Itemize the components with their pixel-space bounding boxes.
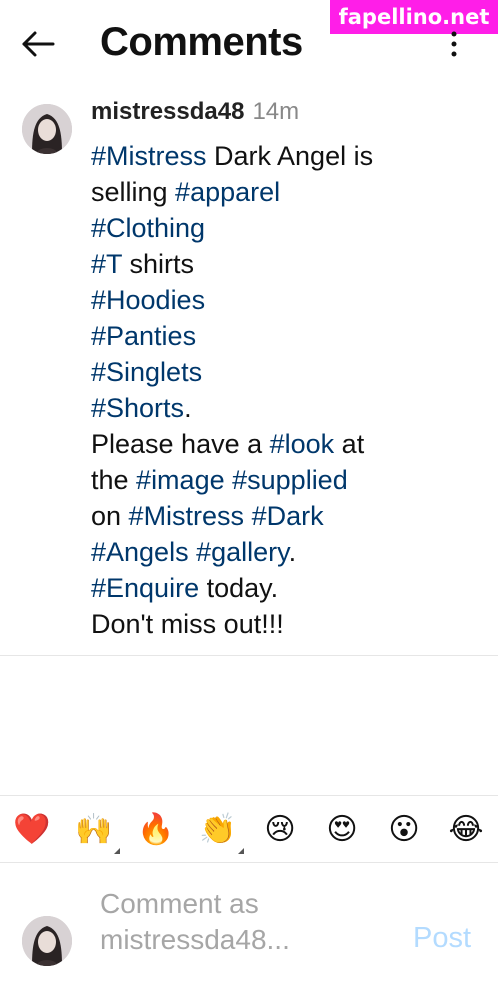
hashtag-link[interactable]: #Shorts bbox=[91, 393, 184, 423]
back-button[interactable] bbox=[18, 24, 58, 64]
comment-line: on #Mistress #Dark bbox=[91, 498, 431, 534]
comment-line: #Shorts. bbox=[91, 390, 431, 426]
avatar[interactable] bbox=[22, 104, 72, 154]
hashtag-link[interactable]: #look bbox=[270, 429, 335, 459]
comment-line: #T shirts bbox=[91, 246, 431, 282]
more-options-button[interactable] bbox=[444, 28, 464, 60]
comment-text-segment bbox=[225, 465, 233, 495]
comment-time: 14m bbox=[252, 98, 300, 125]
comment-input-placeholder-user: mistressda48... bbox=[100, 924, 290, 955]
comment-text-segment: today. bbox=[199, 573, 279, 603]
comment-line: #Mistress Dark Angel is bbox=[91, 138, 431, 174]
fire-emoji[interactable]: 🔥 bbox=[136, 810, 176, 850]
comment-text-segment: . bbox=[288, 537, 297, 567]
post-button[interactable]: Post bbox=[413, 922, 471, 955]
header: Comments bbox=[0, 0, 498, 90]
clapping-hands-emoji[interactable]: 👏 bbox=[198, 810, 244, 854]
hashtag-link[interactable]: #Singlets bbox=[91, 357, 202, 387]
tears-of-joy-emoji[interactable]: 😂 bbox=[446, 810, 486, 850]
divider bbox=[0, 655, 498, 656]
hashtag-link[interactable]: #Mistress bbox=[129, 501, 245, 531]
comment-text-segment: Please have a bbox=[91, 429, 270, 459]
heart-emoji[interactable]: ❤️ bbox=[12, 810, 52, 850]
comment-line: #Angels #gallery. bbox=[91, 534, 431, 570]
arrow-left-icon bbox=[22, 31, 55, 57]
comment-line: #Panties bbox=[91, 318, 431, 354]
keyboard-suggestion-strip bbox=[0, 988, 498, 1000]
comment-line: selling #apparel bbox=[91, 174, 431, 210]
skin-tone-indicator-icon bbox=[238, 848, 244, 854]
comment-line: #Hoodies bbox=[91, 282, 431, 318]
emoji-glyph: 😮 bbox=[388, 812, 420, 847]
comment-text-segment: at bbox=[334, 429, 365, 459]
page-title: Comments bbox=[100, 20, 303, 64]
comment-username[interactable]: mistressda48 bbox=[91, 98, 244, 125]
hashtag-link[interactable]: #image bbox=[136, 465, 225, 495]
divider bbox=[0, 862, 498, 863]
hashtag-link[interactable]: #Dark bbox=[252, 501, 324, 531]
surprised-face-emoji[interactable]: 😮 bbox=[384, 810, 424, 850]
hashtag-link[interactable]: #Clothing bbox=[91, 213, 205, 243]
hashtag-link[interactable]: #supplied bbox=[232, 465, 348, 495]
divider bbox=[0, 795, 498, 796]
comment-line: Please have a #look at bbox=[91, 426, 431, 462]
heart-eyes-emoji[interactable]: 😍 bbox=[322, 810, 362, 850]
comment-text-segment: on bbox=[91, 501, 129, 531]
hashtag-link[interactable]: #Enquire bbox=[91, 573, 199, 603]
emoji-glyph: 👏 bbox=[199, 812, 237, 847]
comment-line: #Clothing bbox=[91, 210, 431, 246]
hashtag-link[interactable]: #Mistress bbox=[91, 141, 207, 171]
comment-composer: Comment as mistressda48... Post bbox=[0, 880, 498, 980]
crying-face-emoji[interactable]: 😢 bbox=[260, 810, 300, 850]
comment-text: #Mistress Dark Angel is selling #apparel #… bbox=[91, 138, 431, 642]
hashtag-link[interactable]: #Angels bbox=[91, 537, 189, 567]
hashtag-link[interactable]: #Panties bbox=[91, 321, 196, 351]
partially-visible-text bbox=[6, 988, 17, 1000]
emoji-glyph: 😍 bbox=[326, 812, 358, 847]
hashtag-link[interactable]: #T bbox=[91, 249, 122, 279]
comment-text-segment bbox=[244, 501, 252, 531]
emoji-glyph: 😢 bbox=[264, 812, 296, 847]
comment-text-segment: Dark Angel is bbox=[206, 141, 374, 171]
emoji-glyph: 🔥 bbox=[137, 812, 175, 847]
emoji-glyph: ❤️ bbox=[13, 812, 51, 847]
hashtag-link[interactable]: #gallery bbox=[196, 537, 289, 567]
hashtag-link[interactable]: #apparel bbox=[175, 177, 280, 207]
comment-text-segment: . bbox=[184, 393, 192, 423]
skin-tone-indicator-icon bbox=[114, 848, 120, 854]
comment-text-segment: the bbox=[91, 465, 137, 495]
comment-text-segment bbox=[189, 537, 197, 567]
comment-line: the #image #supplied bbox=[91, 462, 431, 498]
comment-text-segment: shirts bbox=[122, 249, 195, 279]
comment-line: #Enquire today. bbox=[91, 570, 431, 606]
comment-input[interactable]: Comment as mistressda48... bbox=[100, 886, 390, 958]
comment-input-placeholder: Comment as bbox=[100, 888, 259, 919]
emoji-glyph: 😂 bbox=[448, 812, 484, 847]
comment-text-segment: selling bbox=[91, 177, 176, 207]
composer-avatar bbox=[22, 916, 72, 966]
emoji-glyph: 🙌 bbox=[75, 812, 113, 847]
comment-line: Don't miss out!!! bbox=[91, 606, 431, 642]
comment-text-segment: Don't miss out!!! bbox=[91, 609, 284, 639]
hashtag-link[interactable]: #Hoodies bbox=[91, 285, 205, 315]
more-vertical-icon bbox=[451, 31, 457, 57]
comment-line: #Singlets bbox=[91, 354, 431, 390]
comment-meta: mistressda48 14m bbox=[91, 98, 299, 126]
raised-hands-emoji[interactable]: 🙌 bbox=[74, 810, 120, 854]
quick-reactions-bar: ❤️ 🙌 🔥 👏 😢 😍 😮 😂 bbox=[0, 800, 498, 860]
